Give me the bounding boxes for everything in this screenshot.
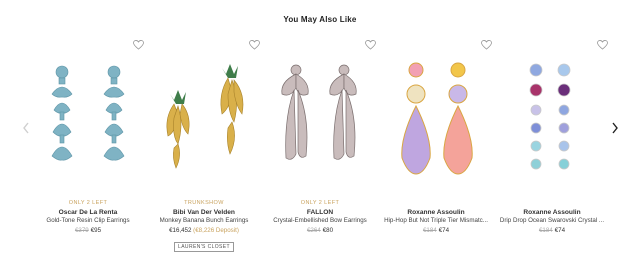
product-image[interactable]: [502, 58, 602, 198]
product-name[interactable]: Drip Drop Ocean Swarovski Crystal ...: [494, 217, 610, 225]
product-card[interactable]: ONLY 2 LEFT FALLON Crystal-Embellished B…: [262, 36, 378, 240]
product-card[interactable]: Roxanne Assoulin Hip-Hop But Not Triple …: [378, 36, 494, 240]
closet-tag[interactable]: LAUREN'S CLOSET: [174, 242, 234, 252]
product-designer[interactable]: Roxanne Assoulin: [378, 209, 494, 217]
section-title: You May Also Like: [283, 15, 357, 24]
product-designer[interactable]: Bibi Van Der Velden: [146, 209, 262, 217]
product-image[interactable]: [270, 58, 370, 198]
product-designer[interactable]: Oscar De La Renta: [30, 209, 146, 217]
product-price: €74: [554, 227, 566, 234]
product-badge: [494, 200, 610, 207]
product-deposit: (€8,226 Deposit): [193, 227, 239, 234]
product-name[interactable]: Monkey Banana Bunch Earrings: [146, 217, 262, 225]
product-name[interactable]: Gold-Tone Resin Clip Earrings: [30, 217, 146, 225]
product-designer[interactable]: FALLON: [262, 209, 378, 217]
product-price-row: €184 €74: [494, 227, 610, 235]
product-badge: ONLY 2 LEFT: [68, 200, 108, 206]
product-name[interactable]: Hip-Hop But Not Triple Tier Mismatc...: [378, 217, 494, 225]
product-image[interactable]: [38, 58, 138, 198]
product-badge: [378, 200, 494, 207]
chevron-left-icon: [23, 122, 29, 134]
product-price: €95: [90, 227, 102, 234]
chevron-right-icon: [612, 122, 618, 134]
product-price-row: €379 €95: [30, 227, 146, 235]
product-image[interactable]: [386, 58, 486, 198]
product-price-row: €264 €80: [262, 227, 378, 235]
product-name[interactable]: Crystal-Embellished Bow Earrings: [262, 217, 378, 225]
product-card[interactable]: TRUNKSHOW Bibi Van Der Velden Monkey Ban…: [146, 36, 262, 252]
heart-icon[interactable]: [481, 40, 492, 50]
product-old-price: €264: [306, 227, 321, 234]
product-card[interactable]: ONLY 2 LEFT Oscar De La Renta Gold-Tone …: [30, 36, 146, 240]
product-designer[interactable]: Roxanne Assoulin: [494, 209, 610, 217]
product-price: €74: [438, 227, 450, 234]
product-price-row: €184 €74: [378, 227, 494, 235]
heart-icon[interactable]: [133, 40, 144, 50]
product-card[interactable]: Roxanne Assoulin Drip Drop Ocean Swarovs…: [494, 36, 610, 240]
carousel-next-arrow[interactable]: [608, 118, 622, 138]
product-price-row: €16,452 (€8,226 Deposit): [146, 227, 262, 235]
product-old-price: €379: [74, 227, 89, 234]
heart-icon[interactable]: [365, 40, 376, 50]
product-old-price: €184: [538, 227, 553, 234]
product-old-price: €184: [422, 227, 437, 234]
product-price: €16,452: [169, 227, 192, 234]
heart-icon[interactable]: [249, 40, 260, 50]
product-badge: TRUNKSHOW: [184, 200, 224, 206]
product-price: €80: [322, 227, 334, 234]
product-image[interactable]: [154, 58, 254, 198]
heart-icon[interactable]: [597, 40, 608, 50]
product-badge: ONLY 2 LEFT: [300, 200, 340, 206]
